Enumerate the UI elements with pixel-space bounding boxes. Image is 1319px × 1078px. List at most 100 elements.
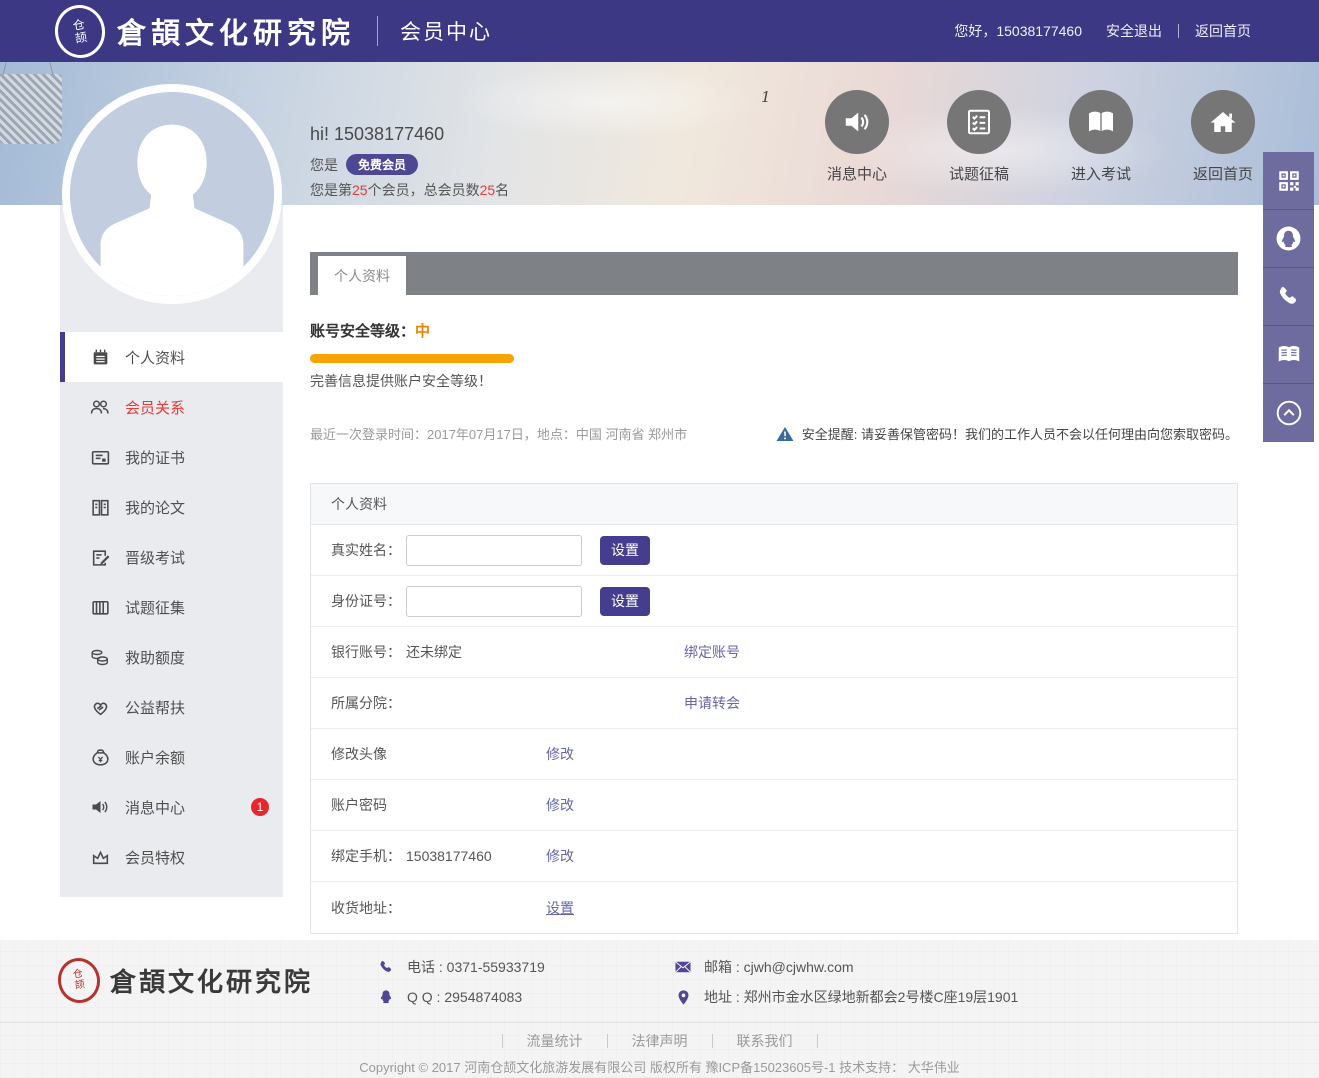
header-user-area: 您好，15038177460 安全退出 返回首页 [954,21,1251,41]
contact-text: 地址 : 郑州市金水区绿地新都会2号楼C座19层1901 [704,987,1018,1007]
footer-logo: 仓 颉 倉頡文化研究院 [58,958,313,1003]
back-to-top-icon[interactable] [1263,384,1314,442]
apply-transfer-link[interactable]: 申请转会 [684,693,740,713]
contact-text: Q Q : 2954874083 [407,989,522,1005]
action-label: 消息中心 [812,163,902,184]
sidebar-item-label: 公益帮扶 [125,697,185,718]
action-message-center[interactable]: 消息中心 [812,90,902,184]
set-real-name-button[interactable]: 设置 [600,536,650,565]
money-bag-icon [88,745,112,769]
collection-icon [88,595,112,619]
sidebar-item-label: 个人资料 [125,347,185,368]
magazine-icon[interactable] [1263,326,1314,384]
qq-icon [375,988,397,1006]
coins-icon [88,645,112,669]
panel-title: 个人资料 [311,484,1237,525]
form-row-password: 账户密码 修改 [311,780,1237,831]
security-level-label: 账号安全等级： [310,323,415,340]
floating-toolbar [1263,152,1314,442]
header-link-separator [1178,24,1179,38]
certificate-icon [88,445,112,469]
sidebar-item-label: 会员特权 [125,847,185,868]
field-label: 真实姓名： [331,540,406,560]
id-number-input[interactable] [406,586,582,617]
form-row-branch: 所属分院： 申请转会 [311,678,1237,729]
form-row-id-number: 身份证号： 设置 [311,576,1237,627]
home-link[interactable]: 返回首页 [1195,21,1251,41]
speaker-icon [825,90,889,154]
footer-brand-seal: 仓 颉 [54,955,103,1007]
footer-brand-name: 倉頡文化研究院 [110,962,313,999]
brand-name: 倉頡文化研究院 [117,10,355,52]
hot-air-balloon-basket-decoration [0,74,62,144]
sidebar-item-label: 我的证书 [125,447,185,468]
field-label: 收货地址： [331,898,406,918]
sidebar-item-charity[interactable]: 公益帮扶 [60,682,283,732]
sidebar-item-member-relations[interactable]: 会员关系 [60,382,283,432]
portal-title: 会员中心 [400,16,492,46]
sidebar-item-certificates[interactable]: 我的证书 [60,432,283,482]
sidebar-item-papers[interactable]: 我的论文 [60,482,283,532]
bank-account-value: 还未绑定 [406,642,462,662]
action-back-home[interactable]: 返回首页 [1178,90,1268,184]
sidebar-item-aid-quota[interactable]: 救助额度 [60,632,283,682]
footer-link-contact-us[interactable]: 联系我们 [712,1034,818,1048]
action-exam-submission[interactable]: 试题征稿 [934,90,1024,184]
security-level-value: 中 [415,323,430,340]
real-name-input[interactable] [406,535,582,566]
contact-address: 地址 : 郑州市金水区绿地新都会2号楼C座19层1901 [672,982,1018,1012]
copyright-text: Copyright © 2017 河南仓颉文化旅游发展有限公司 版权所有 豫IC… [0,1057,1319,1076]
footer-link-traffic-stats[interactable]: 流量统计 [502,1034,607,1048]
stat-post: 名 [495,182,509,198]
warning-triangle-icon [776,426,794,442]
security-hint: 完善信息提供账户安全等级！ [310,371,1238,391]
set-id-number-button[interactable]: 设置 [600,587,650,616]
welcome-block: hi! 15038177460 您是 免费会员 您是第25个会员，总会员数25名 [310,124,509,200]
form-row-phone: 绑定手机： 15038177460 修改 [311,831,1237,882]
logout-link[interactable]: 安全退出 [1106,21,1162,41]
sidebar-item-label: 晋级考试 [125,547,185,568]
field-label: 绑定手机： [331,846,406,866]
bind-bank-account-link[interactable]: 绑定账号 [684,642,740,662]
security-progress-bar [310,354,514,363]
field-label: 所属分院： [331,693,406,713]
sidebar-item-promotion-exam[interactable]: 晋级考试 [60,532,283,582]
heart-hands-icon [88,695,112,719]
change-avatar-link[interactable]: 修改 [546,744,574,764]
form-row-avatar: 修改头像 修改 [311,729,1237,780]
location-icon [672,989,694,1006]
sidebar-item-label: 消息中心 [125,797,185,818]
action-enter-exam[interactable]: 进入考试 [1056,90,1146,184]
tab-bar: 个人资料 [310,252,1238,295]
set-address-link[interactable]: 设置 [546,898,574,918]
sidebar-item-profile[interactable]: 个人资料 [60,332,283,382]
footer-link-legal[interactable]: 法律声明 [607,1034,712,1048]
tab-profile[interactable]: 个人资料 [318,256,406,295]
sidebar-item-account-balance[interactable]: 账户余额 [60,732,283,782]
security-alert-text: 安全提醒: 请妥善保管密码！我们的工作人员不会以任何理由向您索取密码。 [802,424,1238,443]
member-prefix: 您是 [310,155,338,175]
phone-icon[interactable] [1263,268,1314,326]
qrcode-icon[interactable] [1263,152,1314,210]
security-level-line: 账号安全等级：中 [310,320,1238,341]
main-content: 个人资料 账号安全等级：中 完善信息提供账户安全等级！ 最近一次登录时间：201… [310,252,1238,934]
sidebar-item-question-collection[interactable]: 试题征集 [60,582,283,632]
sidebar-item-member-privileges[interactable]: 会员特权 [60,832,283,882]
sidebar-menu: 个人资料 会员关系 我的证书 我的论文 [60,332,283,882]
sidebar-item-message-center[interactable]: 消息中心 1 [60,782,283,832]
form-row-real-name: 真实姓名： 设置 [311,525,1237,576]
welcome-text: hi! 15038177460 [310,124,509,145]
avatar [62,84,282,304]
form-row-shipping-address: 收货地址： 设置 [311,882,1237,933]
security-alert: 安全提醒: 请妥善保管密码！我们的工作人员不会以任何理由向您索取密码。 [776,424,1238,443]
qq-icon[interactable] [1263,210,1314,268]
exam-pencil-icon [88,545,112,569]
sidebar-item-label: 救助额度 [125,647,185,668]
login-info-row: 最近一次登录时间：2017年07月17日，地点：中国 河南省 郑州市 安全提醒:… [310,424,1238,443]
top-header: 仓 颉 倉頡文化研究院 会员中心 您好，15038177460 安全退出 返回首… [0,0,1319,62]
sidebar-item-label: 我的论文 [125,497,185,518]
change-phone-link[interactable]: 修改 [546,846,574,866]
stat-member-number: 25 [352,182,368,198]
sidebar-item-label: 试题征集 [125,597,185,618]
change-password-link[interactable]: 修改 [546,795,574,815]
